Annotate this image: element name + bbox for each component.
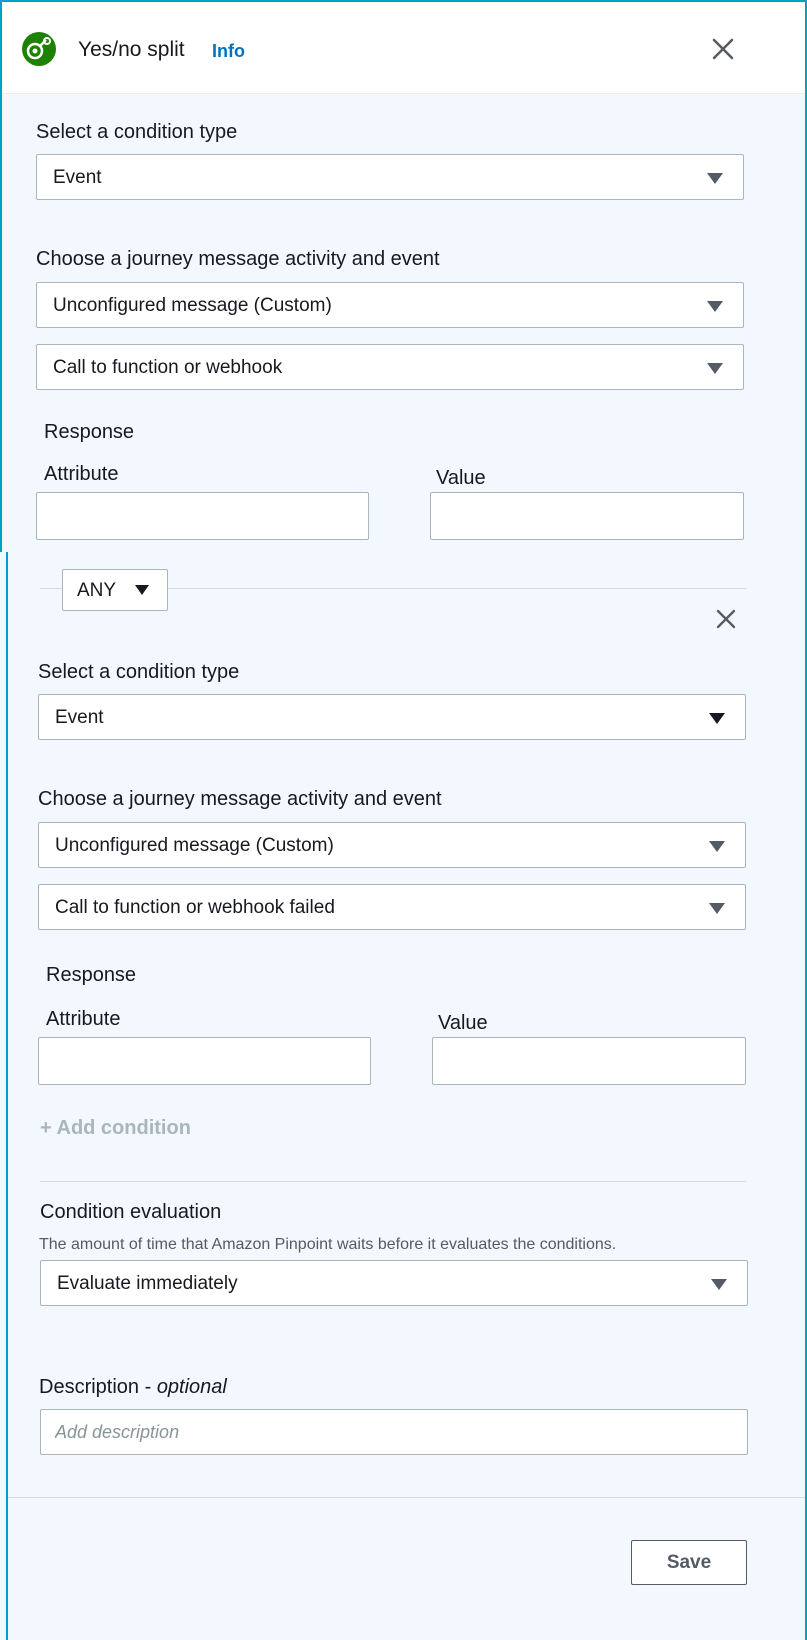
panel-title: Yes/no split <box>78 38 185 61</box>
value-input[interactable] <box>432 1037 746 1085</box>
response-label: Response <box>44 421 135 443</box>
panel-header: Yes/no split Info <box>2 0 805 94</box>
condition-type-value: Event <box>55 707 104 728</box>
chevron-down-icon <box>709 841 725 852</box>
condition-type-label: Select a condition type <box>38 661 240 683</box>
condition-evaluation-description: The amount of time that Amazon Pinpoint … <box>39 1236 617 1253</box>
description-label: Description - optional <box>39 1376 227 1399</box>
journey-activity-value: Unconfigured message (Custom) <box>55 835 334 856</box>
section-divider <box>40 1181 746 1182</box>
operator-value: ANY <box>77 580 117 601</box>
condition-type-select[interactable]: Event <box>38 694 746 740</box>
yes-no-split-panel: Yes/no split Info Select a condition typ… <box>0 0 807 1640</box>
attribute-input[interactable] <box>36 492 369 540</box>
condition-evaluation-label: Condition evaluation <box>40 1201 222 1223</box>
chevron-down-icon <box>707 173 723 184</box>
journey-event-select[interactable]: Call to function or webhook <box>36 344 744 390</box>
chevron-down-icon <box>711 1279 727 1290</box>
chevron-down-icon <box>707 363 723 374</box>
value-input[interactable] <box>430 492 744 540</box>
save-button[interactable]: Save <box>631 1540 747 1585</box>
description-input[interactable] <box>40 1409 748 1455</box>
journey-activity-value: Unconfigured message (Custom) <box>53 295 332 316</box>
response-label: Response <box>46 964 137 986</box>
remove-condition-icon[interactable] <box>715 608 737 635</box>
value-label: Value <box>438 1012 488 1034</box>
journey-event-value: Call to function or webhook <box>53 357 283 378</box>
journey-event-value: Call to function or webhook failed <box>55 897 335 918</box>
chevron-down-icon <box>707 301 723 312</box>
panel-border-left-lower <box>6 552 8 1640</box>
yes-no-split-icon <box>22 32 56 66</box>
description-optional-text: optional <box>156 1376 227 1398</box>
operator-select[interactable]: ANY <box>62 569 168 611</box>
attribute-input[interactable] <box>38 1037 371 1085</box>
journey-activity-label: Choose a journey message activity and ev… <box>38 788 442 810</box>
description-label-text: Description - <box>39 1376 157 1398</box>
condition-evaluation-value: Evaluate immediately <box>57 1273 238 1294</box>
attribute-label: Attribute <box>44 463 119 485</box>
footer-divider <box>8 1497 805 1498</box>
condition-type-label: Select a condition type <box>36 121 238 143</box>
attribute-label: Attribute <box>46 1008 121 1030</box>
journey-event-select[interactable]: Call to function or webhook failed <box>38 884 746 930</box>
add-condition-button[interactable]: + Add condition <box>40 1117 191 1140</box>
journey-activity-select[interactable]: Unconfigured message (Custom) <box>38 822 746 868</box>
condition-evaluation-select[interactable]: Evaluate immediately <box>40 1260 748 1306</box>
condition-type-value: Event <box>53 167 102 188</box>
condition-type-select[interactable]: Event <box>36 154 744 200</box>
journey-activity-select[interactable]: Unconfigured message (Custom) <box>36 282 744 328</box>
value-label: Value <box>436 467 486 489</box>
info-link[interactable]: Info <box>212 41 245 62</box>
chevron-down-icon <box>709 713 725 724</box>
journey-activity-label: Choose a journey message activity and ev… <box>36 248 440 270</box>
close-icon[interactable] <box>711 37 735 66</box>
chevron-down-icon <box>709 903 725 914</box>
chevron-down-icon <box>135 585 149 595</box>
